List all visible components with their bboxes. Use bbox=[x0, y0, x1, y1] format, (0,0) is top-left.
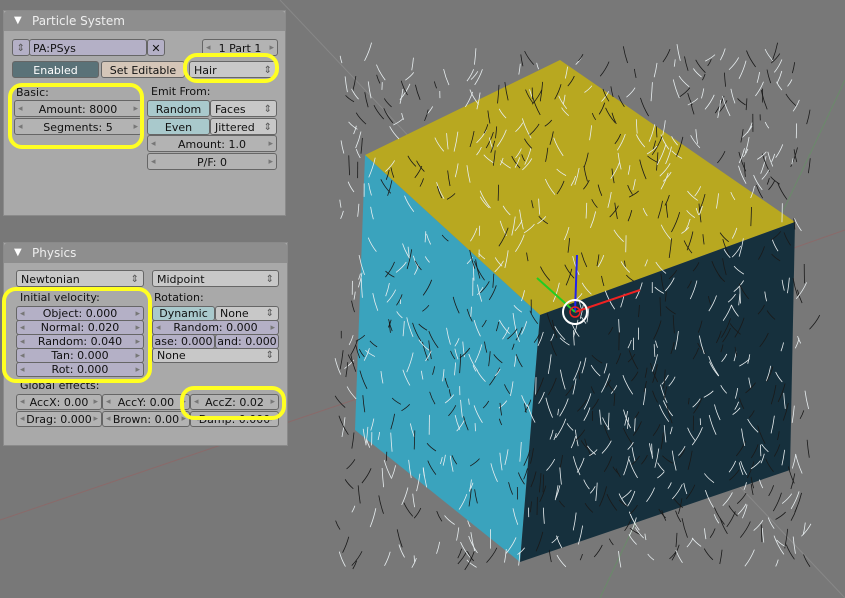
panel-header[interactable]: ▼ Particle System bbox=[4, 11, 285, 31]
emit-distribution-select[interactable]: Jittered bbox=[210, 118, 277, 135]
enabled-toggle[interactable]: Enabled bbox=[12, 61, 99, 78]
emit-faces-select[interactable]: Faces bbox=[210, 100, 277, 117]
rotation-select[interactable]: None bbox=[215, 306, 279, 321]
segments-field[interactable]: Segments: 5 bbox=[14, 118, 142, 135]
random-velocity-field[interactable]: Random: 0.040 bbox=[16, 334, 144, 349]
part-selector[interactable]: 1 Part 1 bbox=[202, 39, 278, 56]
emit-amount-field[interactable]: Amount: 1.0 bbox=[147, 135, 277, 152]
drag-field[interactable]: Drag: 0.000 bbox=[16, 411, 102, 427]
phase-field[interactable]: ase: 0.000 bbox=[152, 334, 215, 349]
object-velocity-field[interactable]: Object: 0.000 bbox=[16, 306, 144, 321]
physics-panel: ▼ Physics Newtonian Midpoint Initial velo… bbox=[3, 242, 288, 446]
panel-title: Physics bbox=[32, 246, 77, 260]
psys-name-field[interactable]: PA:PSys bbox=[29, 39, 147, 56]
psys-delete-button[interactable]: ✕ bbox=[147, 39, 165, 56]
set-editable-button[interactable]: Set Editable bbox=[101, 61, 185, 78]
rotation-random-field[interactable]: Random: 0.000 bbox=[152, 320, 279, 335]
global-effects-label: Global effects: bbox=[20, 379, 100, 392]
psys-browse-button[interactable] bbox=[12, 39, 30, 56]
particle-type-select[interactable]: Hair bbox=[189, 61, 277, 78]
damp-field[interactable]: Damp: 0.000 bbox=[190, 411, 279, 427]
phase-random-field[interactable]: and: 0.000 bbox=[215, 334, 279, 349]
collapse-triangle-icon[interactable]: ▼ bbox=[14, 243, 22, 263]
amount-field[interactable]: Amount: 8000 bbox=[14, 100, 142, 117]
tan-velocity-field[interactable]: Tan: 0.000 bbox=[16, 348, 144, 363]
basic-label: Basic: bbox=[16, 86, 49, 99]
integrator-select[interactable]: Midpoint bbox=[152, 270, 279, 287]
emit-random-toggle[interactable]: Random bbox=[147, 100, 210, 117]
panel-title: Particle System bbox=[32, 14, 125, 28]
normal-velocity-field[interactable]: Normal: 0.020 bbox=[16, 320, 144, 335]
angular-velocity-select[interactable]: None bbox=[152, 348, 279, 363]
rot-velocity-field[interactable]: Rot: 0.000 bbox=[16, 362, 144, 377]
particle-system-panel: ▼ Particle System PA:PSys ✕ 1 Part 1 Enab… bbox=[3, 10, 286, 216]
panel-header[interactable]: ▼ Physics bbox=[4, 243, 287, 263]
brown-field[interactable]: Brown: 0.00 bbox=[102, 411, 190, 427]
pf-field[interactable]: P/F: 0 bbox=[147, 153, 277, 170]
physics-type-select[interactable]: Newtonian bbox=[16, 270, 144, 287]
accy-field[interactable]: AccY: 0.00 bbox=[102, 394, 190, 410]
accx-field[interactable]: AccX: 0.00 bbox=[16, 394, 102, 410]
emit-from-label: Emit From: bbox=[151, 85, 211, 98]
initial-velocity-label: Initial velocity: bbox=[20, 291, 100, 304]
emit-even-toggle[interactable]: Even bbox=[147, 118, 210, 135]
accz-field[interactable]: AccZ: 0.02 bbox=[190, 394, 279, 410]
collapse-triangle-icon[interactable]: ▼ bbox=[14, 11, 22, 31]
rotation-label: Rotation: bbox=[154, 291, 204, 304]
dynamic-toggle[interactable]: Dynamic bbox=[152, 306, 215, 321]
